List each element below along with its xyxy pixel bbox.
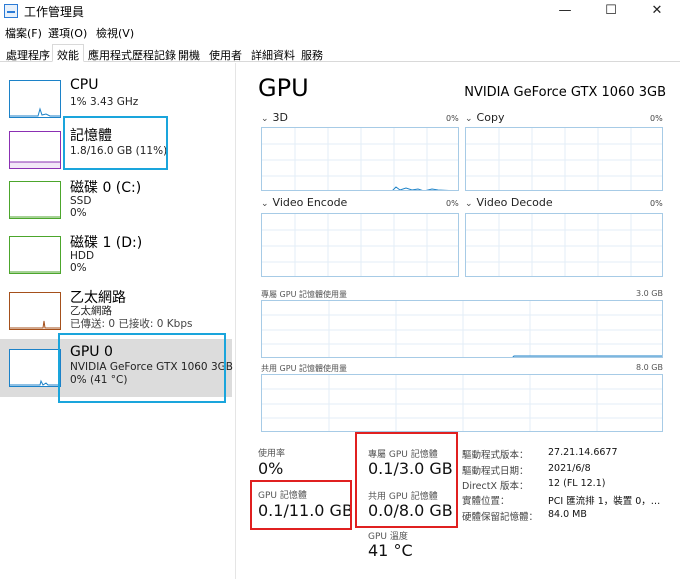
minimize-button[interactable]: — — [542, 0, 588, 22]
shared-memory-graph-svg — [262, 375, 662, 431]
shared-memory-graph — [261, 374, 663, 432]
engine-copy-pct: 0% — [650, 114, 663, 123]
driver-date-value: 2021/6/8 — [548, 463, 591, 474]
memory-mini-graph — [9, 131, 61, 169]
tab-startup[interactable]: 開機 — [173, 44, 205, 62]
sidebar-item-disk-1[interactable]: 磁碟 1 (D:) HDD 0% — [0, 231, 232, 287]
engine-video-encode-label[interactable]: ⌄ Video Encode — [261, 196, 347, 209]
tab-bar: 處理程序 效能 應用程式歷程記錄 開機 使用者 詳細資料 服務 — [0, 42, 680, 62]
window-title: 工作管理員 — [24, 5, 85, 19]
disk-0-mini-graph — [9, 181, 61, 219]
engine-copy-graph-svg — [466, 128, 662, 190]
sidebar-item-title: 磁碟 0 (C:) — [70, 180, 142, 196]
page-title: GPU — [258, 74, 309, 102]
task-manager-icon — [4, 4, 18, 18]
chevron-down-icon: ⌄ — [261, 199, 269, 209]
dedicated-memory-graph-svg — [262, 301, 662, 357]
sidebar-item-detail-2: 0% — [70, 207, 87, 219]
sidebar-item-title: CPU — [70, 77, 99, 93]
sidebar-item-detail-2: 0% — [70, 262, 87, 274]
chevron-down-icon: ⌄ — [261, 114, 269, 124]
directx-version-label: DirectX 版本： — [462, 481, 529, 492]
engine-video-decode-graph — [465, 213, 663, 277]
ethernet-mini-graph — [9, 292, 61, 330]
reserved-memory-label: 硬體保留記憶體： — [462, 512, 539, 523]
physical-location-value: PCI 匯流排 1，裝置 0，… — [548, 496, 661, 507]
tab-app-history[interactable]: 應用程式歷程記錄 — [83, 44, 181, 62]
usage-value: 0% — [258, 459, 284, 478]
tab-processes[interactable]: 處理程序 — [1, 44, 55, 62]
menu-options[interactable]: 選項(O) — [48, 25, 87, 41]
cpu-mini-graph — [9, 80, 61, 118]
engine-video-decode-label[interactable]: ⌄ Video Decode — [465, 196, 553, 209]
engine-video-decode-pct: 0% — [650, 199, 663, 208]
directx-version-value: 12 (FL 12.1) — [548, 478, 606, 489]
engine-copy-label[interactable]: ⌄ Copy — [465, 111, 504, 124]
engine-3d-pct: 0% — [446, 114, 459, 123]
tab-details[interactable]: 詳細資料 — [246, 44, 300, 62]
menu-bar: 檔案(F) 選項(O) 檢視(V) — [0, 23, 680, 41]
engine-video-decode-graph-svg — [466, 214, 662, 276]
gpu-model-name: NVIDIA GeForce GTX 1060 3GB — [464, 85, 666, 100]
dedicated-memory-max: 3.0 GB — [636, 289, 663, 298]
engine-video-encode-graph — [261, 213, 459, 277]
engine-video-encode-graph-svg — [262, 214, 458, 276]
shared-memory-max: 8.0 GB — [636, 363, 663, 372]
sidebar-item-detail-2: 已傳送: 0 已接收: 0 Kbps — [70, 318, 193, 330]
memory-highlight-box — [63, 116, 168, 170]
tab-users[interactable]: 使用者 — [204, 44, 247, 62]
engine-copy-graph — [465, 127, 663, 191]
menu-view[interactable]: 檢視(V) — [96, 25, 134, 41]
menu-file[interactable]: 檔案(F) — [5, 25, 42, 41]
sidebar-item-disk-0[interactable]: 磁碟 0 (C:) SSD 0% — [0, 176, 232, 232]
engine-3d-label[interactable]: ⌄ 3D — [261, 111, 288, 124]
chevron-down-icon: ⌄ — [465, 199, 473, 209]
gpu-memory-highlight-box — [250, 480, 352, 530]
disk-1-mini-graph — [9, 236, 61, 274]
engine-3d-graph — [261, 127, 459, 191]
driver-version-value: 27.21.14.6677 — [548, 447, 618, 458]
sidebar-item-title: 磁碟 1 (D:) — [70, 235, 143, 251]
maximize-button[interactable]: ☐ — [588, 0, 634, 22]
engine-video-encode-pct: 0% — [446, 199, 459, 208]
shared-memory-usage-label: 共用 GPU 記憶體使用量 — [261, 364, 347, 373]
sidebar-item-detail: 乙太網路 — [70, 305, 112, 317]
gpu-highlight-box — [58, 333, 226, 403]
close-button[interactable]: ✕ — [634, 0, 680, 22]
chevron-down-icon: ⌄ — [465, 114, 473, 124]
reserved-memory-value: 84.0 MB — [548, 509, 587, 520]
tab-performance[interactable]: 效能 — [52, 44, 84, 62]
usage-label: 使用率 — [258, 449, 286, 459]
gpu-mini-graph — [9, 349, 61, 387]
dedicated-memory-graph — [261, 300, 663, 358]
dedicated-memory-usage-label: 專屬 GPU 記憶體使用量 — [261, 290, 347, 299]
sidebar-item-detail: 1% 3.43 GHz — [70, 96, 139, 108]
dedicated-shared-memory-highlight-box — [355, 432, 458, 528]
physical-location-label: 實體位置： — [462, 496, 510, 507]
tab-services[interactable]: 服務 — [296, 44, 328, 62]
title-bar: 工作管理員 — ☐ ✕ — [0, 0, 680, 22]
driver-date-label: 驅動程式日期： — [462, 466, 529, 477]
driver-version-label: 驅動程式版本： — [462, 450, 529, 461]
engine-3d-graph-svg — [262, 128, 458, 190]
sidebar-item-title: 乙太網路 — [70, 290, 126, 306]
gpu-temperature-value: 41 °C — [368, 541, 413, 560]
